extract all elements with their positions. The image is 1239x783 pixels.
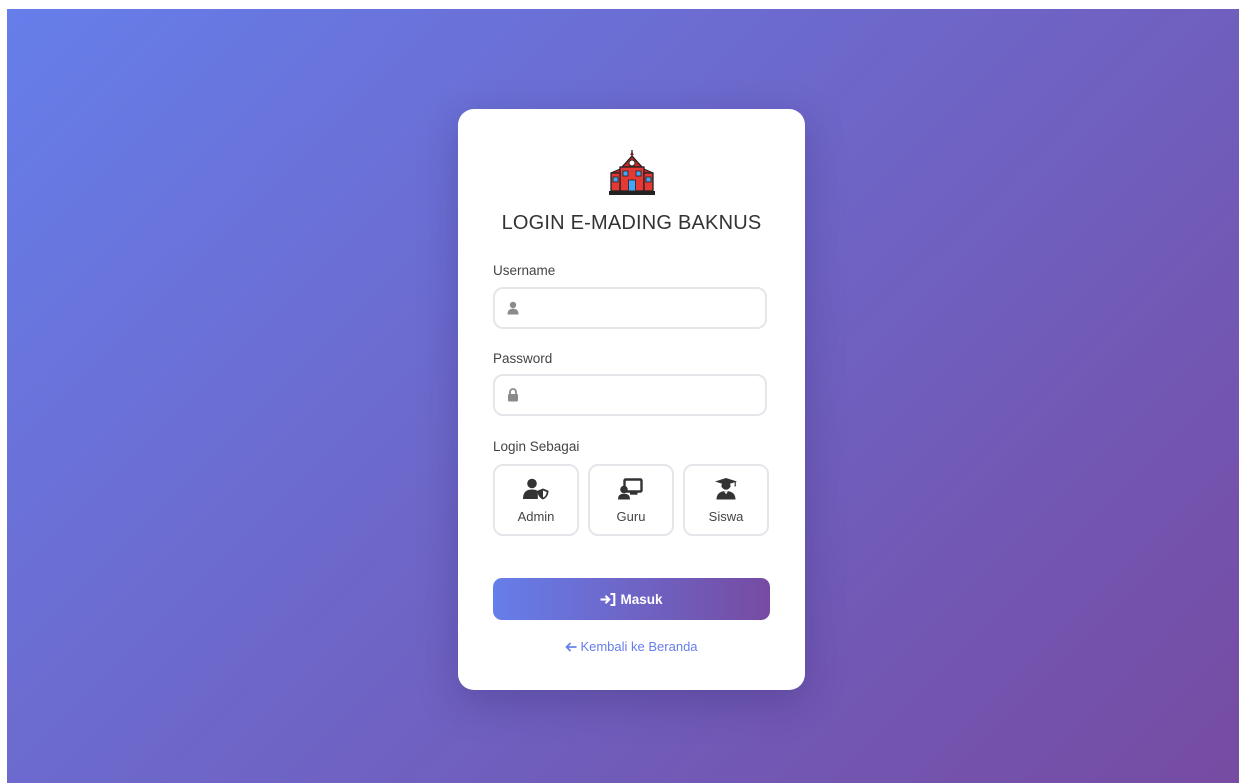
role-option-label: Admin xyxy=(517,509,555,524)
role-option-siswa[interactable]: Siswa xyxy=(683,464,769,536)
login-card: LOGIN E-MADING BAKNUS Username Password … xyxy=(458,109,805,690)
lock-icon xyxy=(507,388,519,407)
role-label: Login Sebagai xyxy=(493,439,580,454)
login-button-label: Masuk xyxy=(620,591,663,607)
page-title: LOGIN E-MADING BAKNUS xyxy=(501,212,762,234)
username-input[interactable] xyxy=(531,289,759,329)
password-label: Password xyxy=(493,351,553,366)
role-option-guru[interactable]: Guru xyxy=(588,464,674,536)
back-to-home-link[interactable]: Kembali ke Beranda xyxy=(458,639,805,655)
sign-in-icon xyxy=(600,592,616,606)
chalkboard-teacher-icon xyxy=(590,478,672,500)
user-icon xyxy=(507,301,519,320)
password-input[interactable] xyxy=(531,376,759,416)
role-option-label: Siswa xyxy=(708,509,744,524)
username-field[interactable] xyxy=(493,287,767,329)
user-graduate-icon xyxy=(685,478,767,500)
user-shield-icon xyxy=(495,478,577,500)
school-building-icon xyxy=(458,149,805,202)
login-button[interactable]: Masuk xyxy=(493,578,770,620)
role-option-admin[interactable]: Admin xyxy=(493,464,579,536)
arrow-left-icon xyxy=(565,640,577,655)
back-link-label: Kembali ke Beranda xyxy=(580,639,698,654)
username-label: Username xyxy=(493,263,556,278)
role-option-label: Guru xyxy=(616,509,646,524)
password-field[interactable] xyxy=(493,374,767,416)
